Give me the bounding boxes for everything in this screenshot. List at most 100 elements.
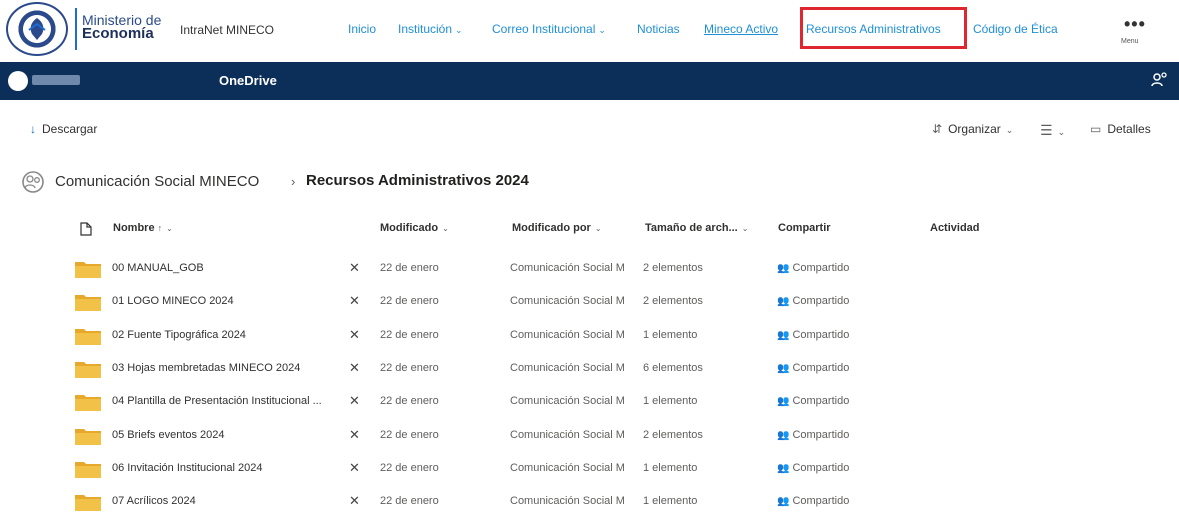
- sharing-status[interactable]: 👥 Compartido: [777, 362, 849, 374]
- brand-line-2: Economía: [82, 25, 154, 42]
- download-icon: ↓: [30, 122, 36, 136]
- sharing-status[interactable]: 👥 Compartido: [777, 462, 849, 474]
- nav-noticias-label: Noticias: [637, 22, 680, 36]
- table-row[interactable]: 06 Invitación Institucional 2024 ✕ 22 de…: [60, 453, 1140, 485]
- details-button[interactable]: ▭ Detalles: [1090, 122, 1151, 136]
- chevron-down-icon: ⌄: [455, 25, 463, 35]
- pin-sync-icon[interactable]: ✕: [349, 260, 360, 276]
- nav-codigo-label: Código de Ética: [973, 22, 1058, 36]
- org-logo-icon[interactable]: [8, 71, 28, 91]
- nav-correo-institucional[interactable]: Correo Institucional ⌄: [492, 22, 606, 36]
- modified-by[interactable]: Comunicación Social M: [510, 495, 642, 507]
- intranet-title[interactable]: IntraNet MINECO: [180, 23, 274, 37]
- people-icon: 👥: [777, 462, 790, 474]
- modified-date: 22 de enero: [380, 328, 439, 341]
- modified-by[interactable]: Comunicación Social M: [510, 262, 642, 274]
- file-name[interactable]: 05 Briefs eventos 2024: [112, 429, 348, 441]
- pin-sync-icon[interactable]: ✕: [349, 460, 360, 476]
- folder-icon: [75, 428, 101, 445]
- sharing-status[interactable]: 👥 Compartido: [777, 395, 849, 407]
- brand-divider: [75, 8, 77, 50]
- org-logo-wordmark: [32, 75, 80, 85]
- organize-button[interactable]: ⇵ Organizar ⌄: [932, 122, 1013, 136]
- pin-sync-icon[interactable]: ✕: [349, 393, 360, 409]
- folder-icon: [75, 395, 101, 412]
- site-group-icon: [22, 171, 44, 193]
- table-row[interactable]: 07 Acrílicos 2024 ✕ 22 de enero Comunica…: [60, 486, 1140, 518]
- modified-by[interactable]: Comunicación Social M: [510, 329, 642, 341]
- pin-sync-icon[interactable]: ✕: [349, 493, 360, 509]
- table-row[interactable]: 00 MANUAL_GOB ✕ 22 de enero Comunicación…: [60, 253, 1140, 285]
- table-row[interactable]: 02 Fuente Tipográfica 2024 ✕ 22 de enero…: [60, 320, 1140, 352]
- column-activity-label: Actividad: [930, 222, 980, 234]
- column-header-sharing[interactable]: Compartir: [778, 222, 831, 234]
- nav-mineco-activo[interactable]: Mineco Activo: [704, 22, 778, 36]
- people-icon: 👥: [777, 296, 790, 308]
- nav-institucion[interactable]: Institución ⌄: [398, 22, 463, 36]
- pin-sync-icon[interactable]: ✕: [349, 427, 360, 443]
- modified-by[interactable]: Comunicación Social M: [510, 462, 642, 474]
- sharing-status[interactable]: 👥 Compartido: [777, 429, 849, 441]
- file-name[interactable]: 06 Invitación Institucional 2024: [112, 462, 348, 474]
- sharing-label: Compartido: [792, 495, 850, 508]
- app-name[interactable]: OneDrive: [219, 73, 277, 88]
- people-icon: 👥: [777, 263, 790, 274]
- people-settings-icon[interactable]: [1150, 71, 1168, 89]
- people-icon: 👥: [777, 429, 790, 441]
- table-row[interactable]: 04 Plantilla de Presentación Institucion…: [60, 386, 1140, 418]
- modified-by[interactable]: Comunicación Social M: [510, 395, 642, 407]
- nav-inicio-label: Inicio: [348, 22, 377, 36]
- sharing-label: Compartido: [792, 262, 850, 274]
- file-name[interactable]: 02 Fuente Tipográfica 2024: [112, 329, 348, 341]
- view-options-button[interactable]: ☰ ⌄: [1040, 122, 1065, 139]
- column-modified-by-label: Modificado por: [512, 222, 591, 234]
- table-row[interactable]: 01 LOGO MINECO 2024 ✕ 22 de enero Comuni…: [60, 286, 1140, 318]
- modified-date: 22 de enero: [380, 495, 439, 508]
- pin-sync-icon[interactable]: ✕: [349, 293, 360, 309]
- column-name-label: Nombre: [113, 222, 155, 234]
- modified-date: 22 de enero: [380, 395, 439, 408]
- modified-by[interactable]: Comunicación Social M: [510, 362, 642, 374]
- modified-date: 22 de enero: [380, 461, 439, 474]
- column-header-size[interactable]: Tamaño de arch... ⌄: [645, 222, 748, 234]
- sharing-status[interactable]: 👥 Compartido: [777, 262, 849, 274]
- folder-icon: [75, 328, 101, 345]
- file-name[interactable]: 03 Hojas membretadas MINECO 2024: [112, 362, 348, 374]
- file-size: 1 elemento: [643, 461, 698, 474]
- more-menu-icon[interactable]: •••: [1124, 14, 1146, 35]
- file-size: 1 elemento: [643, 328, 698, 341]
- organize-label: Organizar: [948, 122, 1001, 136]
- details-pane-icon: ▭: [1090, 122, 1102, 136]
- modified-by[interactable]: Comunicación Social M: [510, 295, 642, 307]
- column-header-name[interactable]: Nombre ↑ ⌄: [113, 222, 173, 234]
- pin-sync-icon[interactable]: ✕: [349, 360, 360, 376]
- sharing-status[interactable]: 👥 Compartido: [777, 495, 849, 507]
- pin-sync-icon[interactable]: ✕: [349, 327, 360, 343]
- sharing-label: Compartido: [792, 461, 850, 474]
- guatemala-seal-logo[interactable]: [6, 2, 68, 56]
- file-name[interactable]: 01 LOGO MINECO 2024: [112, 295, 348, 307]
- nav-inicio[interactable]: Inicio: [348, 22, 376, 36]
- chevron-down-icon: ⌄: [166, 224, 173, 233]
- sharing-status[interactable]: 👥 Compartido: [777, 329, 849, 341]
- sharing-label: Compartido: [792, 395, 850, 408]
- file-size: 2 elementos: [643, 262, 703, 274]
- breadcrumb-site[interactable]: Comunicación Social MINECO: [55, 173, 259, 190]
- file-name[interactable]: 07 Acrílicos 2024: [112, 495, 348, 507]
- nav-codigo-etica[interactable]: Código de Ética: [973, 22, 1058, 36]
- file-name[interactable]: 04 Plantilla de Presentación Institucion…: [112, 395, 348, 407]
- download-button[interactable]: ↓ Descargar: [30, 122, 97, 136]
- column-header-activity[interactable]: Actividad: [930, 222, 980, 234]
- table-row[interactable]: 05 Briefs eventos 2024 ✕ 22 de enero Com…: [60, 420, 1140, 452]
- chevron-down-icon: ⌄: [1057, 127, 1066, 137]
- column-sharing-label: Compartir: [778, 222, 831, 234]
- table-row[interactable]: 03 Hojas membretadas MINECO 2024 ✕ 22 de…: [60, 353, 1140, 385]
- modified-by[interactable]: Comunicación Social M: [510, 429, 642, 441]
- sharing-label: Compartido: [792, 328, 850, 341]
- column-header-modified[interactable]: Modificado ⌄: [380, 222, 449, 234]
- column-header-modified-by[interactable]: Modificado por ⌄: [512, 222, 602, 234]
- nav-noticias[interactable]: Noticias: [637, 22, 680, 36]
- file-name[interactable]: 00 MANUAL_GOB: [112, 262, 348, 274]
- file-type-icon[interactable]: [80, 222, 92, 236]
- sharing-status[interactable]: 👥 Compartido: [777, 295, 849, 307]
